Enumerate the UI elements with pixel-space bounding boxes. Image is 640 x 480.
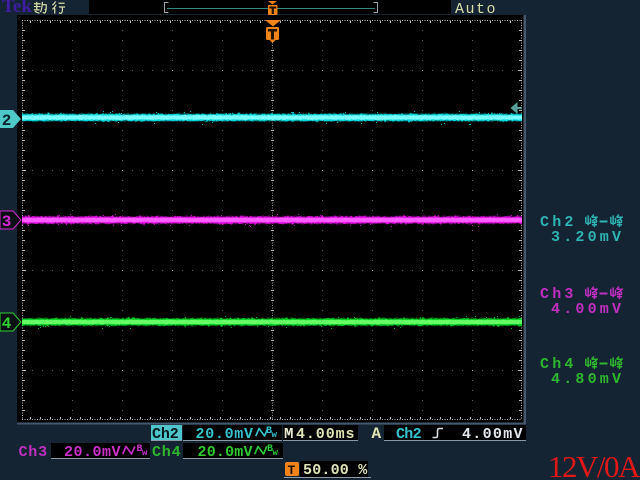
svg-text:2: 2	[2, 112, 12, 130]
svg-text:3: 3	[2, 213, 12, 231]
svg-text:4: 4	[2, 315, 12, 333]
